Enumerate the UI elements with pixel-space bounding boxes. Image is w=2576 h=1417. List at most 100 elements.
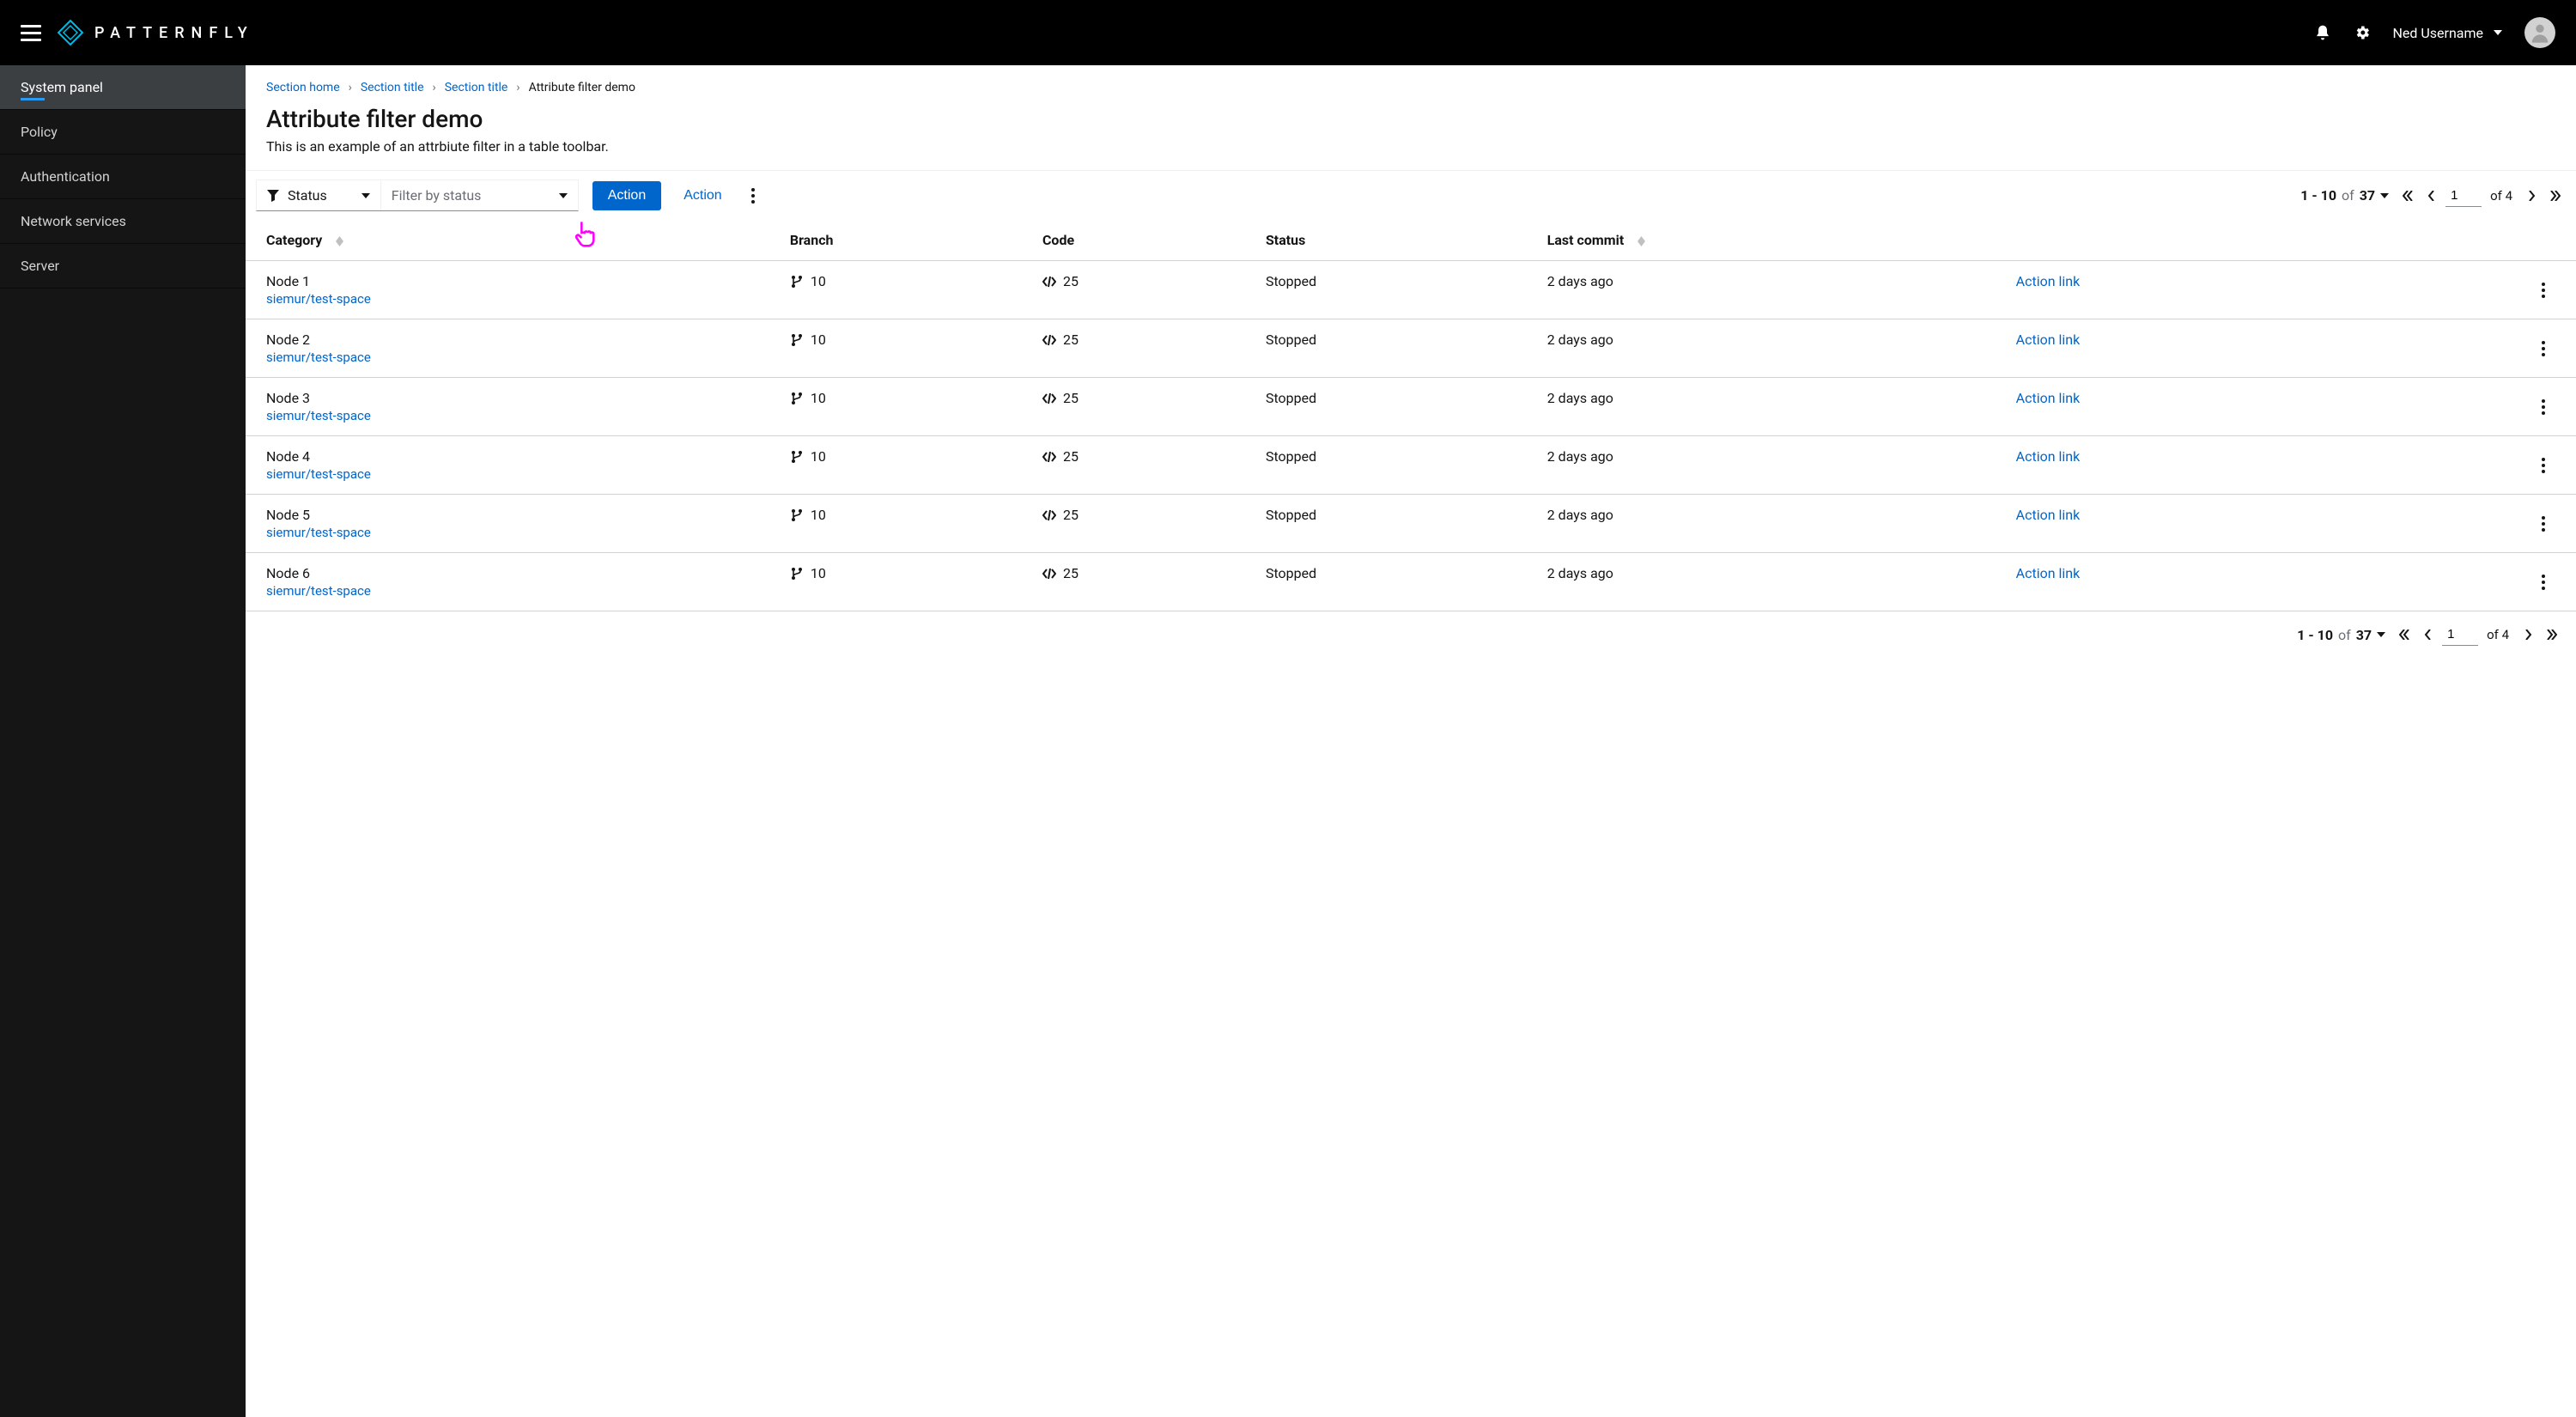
sidebar-item-policy[interactable]: Policy xyxy=(0,110,246,155)
sidebar-item-server[interactable]: Server xyxy=(0,244,246,289)
row-kebab-menu[interactable] xyxy=(2531,568,2555,597)
pagination-last-button[interactable] xyxy=(2545,185,2566,206)
main-content: Section home›Section title›Section title… xyxy=(246,65,2576,1417)
pagination-prev-button[interactable] xyxy=(2421,185,2442,206)
caret-down-icon xyxy=(2377,632,2385,637)
user-menu-toggle[interactable]: Ned Username xyxy=(2393,25,2502,41)
toolbar-primary-action-button[interactable]: Action xyxy=(592,181,661,210)
page-description: This is an example of an attrbiute filte… xyxy=(266,138,2555,155)
notifications-icon[interactable] xyxy=(2314,24,2331,41)
node-name: Node 5 xyxy=(266,507,769,523)
sidebar-item-system-panel[interactable]: System panel xyxy=(0,65,246,110)
avatar-placeholder-icon xyxy=(2528,21,2552,45)
pagination-next-button[interactable] xyxy=(2518,624,2538,645)
status-cell: Stopped xyxy=(1255,436,1537,495)
table-row: Node 6siemur/test-space1025Stopped2 days… xyxy=(246,553,2576,611)
row-action-link[interactable]: Action link xyxy=(2016,448,2081,465)
branch-count: 10 xyxy=(811,331,826,348)
nav-toggle-button[interactable] xyxy=(21,25,41,41)
table-row: Node 3siemur/test-space1025Stopped2 days… xyxy=(246,378,2576,436)
toolbar-kebab-menu[interactable] xyxy=(741,181,765,210)
row-kebab-menu[interactable] xyxy=(2531,509,2555,538)
breadcrumb-separator-icon: › xyxy=(516,81,519,94)
column-header[interactable]: Category xyxy=(246,220,780,261)
branch-count: 10 xyxy=(811,448,826,465)
row-action-link[interactable]: Action link xyxy=(2016,273,2081,289)
pagination-last-button[interactable] xyxy=(2542,624,2562,645)
branch-icon xyxy=(790,567,804,581)
sort-icon xyxy=(1637,236,1645,246)
breadcrumb-item[interactable]: Section home xyxy=(266,81,340,94)
node-name: Node 3 xyxy=(266,390,769,406)
sidebar: System panelPolicyAuthenticationNetwork … xyxy=(0,65,246,1417)
table-body: Node 1siemur/test-space1025Stopped2 days… xyxy=(246,261,2576,611)
row-kebab-menu[interactable] xyxy=(2531,392,2555,422)
last-commit-cell: 2 days ago xyxy=(1537,436,2006,495)
table-row: Node 2siemur/test-space1025Stopped2 days… xyxy=(246,319,2576,378)
masthead-left: PATTERNFLY xyxy=(21,19,254,46)
pagination-prev-button[interactable] xyxy=(2418,624,2439,645)
node-name: Node 1 xyxy=(266,273,769,289)
row-kebab-menu[interactable] xyxy=(2531,334,2555,363)
code-icon xyxy=(1042,333,1056,347)
toolbar-secondary-action-button[interactable]: Action xyxy=(670,181,735,210)
row-action-link[interactable]: Action link xyxy=(2016,390,2081,406)
node-workspace-link[interactable]: siemur/test-space xyxy=(266,291,769,307)
breadcrumb-item[interactable]: Section title xyxy=(361,81,424,94)
branch-icon xyxy=(790,450,804,464)
node-workspace-link[interactable]: siemur/test-space xyxy=(266,350,769,365)
last-commit-cell: 2 days ago xyxy=(1537,553,2006,611)
caret-down-icon xyxy=(2380,193,2389,198)
avatar[interactable] xyxy=(2524,17,2555,48)
pagination-items-toggle[interactable]: 1 - 10 of 37 xyxy=(2297,627,2385,643)
last-commit-cell: 2 days ago xyxy=(1537,378,2006,436)
row-action-link[interactable]: Action link xyxy=(2016,507,2081,523)
row-kebab-menu[interactable] xyxy=(2531,451,2555,480)
filter-value-select[interactable]: Filter by status xyxy=(380,180,578,210)
pagination-next-button[interactable] xyxy=(2521,185,2542,206)
node-workspace-link[interactable]: siemur/test-space xyxy=(266,583,769,599)
pagination-page-input[interactable] xyxy=(2445,185,2482,207)
pagination-page-input[interactable] xyxy=(2442,623,2478,646)
sidebar-item-network-services[interactable]: Network services xyxy=(0,199,246,244)
toolbar-left: Status Filter by status Action Action xyxy=(256,179,765,211)
column-header: Code xyxy=(1032,220,1255,261)
node-workspace-link[interactable]: siemur/test-space xyxy=(266,466,769,482)
node-workspace-link[interactable]: siemur/test-space xyxy=(266,408,769,423)
breadcrumb-item: Attribute filter demo xyxy=(529,81,635,94)
table-header: CategoryBranchCodeStatusLast commit xyxy=(246,220,2576,261)
code-count: 25 xyxy=(1063,390,1078,406)
settings-gear-icon[interactable] xyxy=(2354,24,2371,41)
row-action-link[interactable]: Action link xyxy=(2016,331,2081,348)
table-toolbar: Status Filter by status Action Action 1 … xyxy=(246,170,2576,220)
code-icon xyxy=(1042,450,1056,464)
pagination-first-button[interactable] xyxy=(2394,624,2415,645)
brand[interactable]: PATTERNFLY xyxy=(57,19,254,46)
column-header[interactable]: Last commit xyxy=(1537,220,2006,261)
row-action-link[interactable]: Action link xyxy=(2016,565,2081,581)
pagination-first-button[interactable] xyxy=(2397,185,2418,206)
code-count: 25 xyxy=(1063,448,1078,465)
code-count: 25 xyxy=(1063,273,1078,289)
row-kebab-menu[interactable] xyxy=(2531,276,2555,305)
column-header xyxy=(2006,220,2339,261)
status-cell: Stopped xyxy=(1255,261,1537,319)
branch-icon xyxy=(790,508,804,522)
code-count: 25 xyxy=(1063,565,1078,581)
sort-icon xyxy=(336,236,343,246)
caret-down-icon xyxy=(2494,28,2502,37)
filter-attribute-select[interactable]: Status xyxy=(257,180,380,210)
status-cell: Stopped xyxy=(1255,495,1537,553)
page-header: Section home›Section title›Section title… xyxy=(246,65,2576,170)
pagination-total: 37 xyxy=(2356,627,2372,643)
breadcrumb-item[interactable]: Section title xyxy=(445,81,508,94)
pagination-items-toggle[interactable]: 1 - 10 of 37 xyxy=(2300,187,2389,204)
branch-icon xyxy=(790,392,804,405)
last-commit-cell: 2 days ago xyxy=(1537,495,2006,553)
attribute-filter: Status Filter by status xyxy=(256,179,579,211)
sidebar-item-authentication[interactable]: Authentication xyxy=(0,155,246,199)
node-workspace-link[interactable]: siemur/test-space xyxy=(266,525,769,540)
filter-attribute-label: Status xyxy=(288,187,327,204)
code-icon xyxy=(1042,275,1056,289)
last-commit-cell: 2 days ago xyxy=(1537,261,2006,319)
